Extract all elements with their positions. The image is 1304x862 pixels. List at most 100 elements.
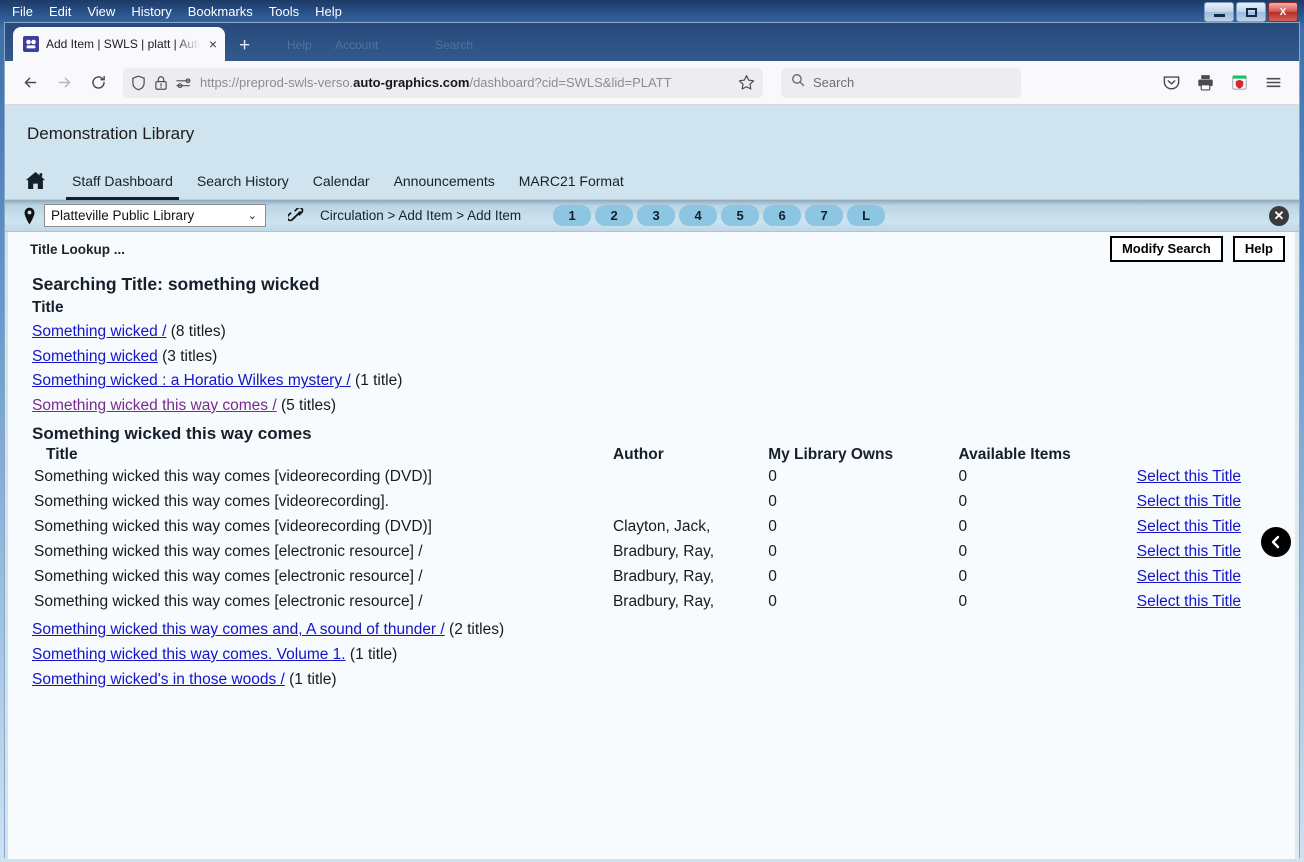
nav-announcements[interactable]: Announcements xyxy=(382,162,507,200)
cell-owns: 0 xyxy=(768,493,777,511)
os-window: File Edit View History Bookmarks Tools H… xyxy=(0,0,1304,862)
cell-available: 0 xyxy=(958,493,968,511)
select-this-title-link[interactable]: Select this Title xyxy=(1137,568,1241,585)
result-title-link[interactable]: Something wicked xyxy=(32,348,158,365)
step-3[interactable]: 3 xyxy=(637,205,676,226)
app-header: Demonstration Library xyxy=(5,105,1299,162)
result-count: (1 title) xyxy=(289,670,337,688)
step-6[interactable]: 6 xyxy=(763,205,802,226)
result-count: (2 titles) xyxy=(449,621,505,639)
menu-history-label: History xyxy=(131,3,172,19)
step-1[interactable]: 1 xyxy=(553,205,592,226)
collapse-panel-arrow-icon[interactable] xyxy=(1261,527,1291,557)
ghost-tab-2: Account xyxy=(335,38,379,52)
help-button[interactable]: Help xyxy=(1232,236,1285,262)
menu-help[interactable]: Help xyxy=(307,2,350,21)
table-row: Something wicked this way comes [electro… xyxy=(32,568,1267,593)
cell-title: Something wicked this way comes [videore… xyxy=(34,493,389,511)
nav-search-history[interactable]: Search History xyxy=(185,162,301,200)
results-title-heading: Title xyxy=(32,299,64,316)
result-title-link[interactable]: Something wicked : a Horatio Wilkes myst… xyxy=(32,372,351,389)
library-select[interactable]: Platteville Public Library ⌄ xyxy=(44,204,266,227)
nav-calendar[interactable]: Calendar xyxy=(301,162,382,200)
menu-bookmarks-label: Bookmarks xyxy=(187,3,253,19)
tracking-protection-icon xyxy=(176,77,192,89)
cell-owns: 0 xyxy=(768,593,777,611)
menu-history[interactable]: History xyxy=(123,2,179,21)
window-maximize-button[interactable] xyxy=(1236,2,1266,22)
window-close-button[interactable]: X xyxy=(1268,2,1298,22)
step-indicator: 1 2 3 4 5 6 7 L xyxy=(553,205,886,226)
new-tab-button[interactable]: + xyxy=(239,36,250,55)
search-results: Searching Title: something wicked Title … xyxy=(8,266,1299,692)
bookmark-star-icon[interactable] xyxy=(738,74,755,91)
reload-button[interactable] xyxy=(83,68,113,98)
col-my-library-owns: My Library Owns xyxy=(768,446,894,464)
forward-button[interactable] xyxy=(49,68,79,98)
menu-view[interactable]: View xyxy=(79,2,123,21)
menu-tools[interactable]: Tools xyxy=(261,2,307,21)
search-results-after: Something wicked this way comes and, A s… xyxy=(32,618,1299,692)
select-this-title-link[interactable]: Select this Title xyxy=(1137,468,1241,485)
cell-available: 0 xyxy=(958,593,968,611)
save-to-pocket-icon[interactable] xyxy=(1159,71,1183,95)
close-icon: X xyxy=(1279,6,1287,18)
browser-toolbar-right xyxy=(1159,71,1289,95)
modify-search-button[interactable]: Modify Search xyxy=(1109,236,1223,262)
result-title-link[interactable]: Something wicked this way comes. Volume … xyxy=(32,646,346,663)
select-this-title-link[interactable]: Select this Title xyxy=(1137,543,1241,560)
breadcrumb-path: Circulation > Add Item > Add Item xyxy=(320,208,522,223)
extension-shield-icon[interactable] xyxy=(1227,71,1251,95)
tab-close-icon[interactable]: × xyxy=(207,36,219,52)
step-7[interactable]: 7 xyxy=(805,205,844,226)
nav-marc21-format[interactable]: MARC21 Format xyxy=(507,162,636,200)
result-title-link[interactable]: Something wicked this way comes / xyxy=(32,397,277,414)
cell-available: 0 xyxy=(958,568,968,586)
col-title: Title xyxy=(46,446,78,464)
link-chain-icon xyxy=(288,207,306,224)
table-row: Something wicked this way comes [videore… xyxy=(32,468,1267,493)
nav-staff-dashboard-label: Staff Dashboard xyxy=(72,172,173,189)
browser-search-box[interactable]: Search xyxy=(781,67,1021,98)
cell-available: 0 xyxy=(958,543,968,561)
nav-announcements-label: Announcements xyxy=(393,172,495,189)
breadcrumb-bar: Platteville Public Library ⌄ Circulation… xyxy=(5,200,1299,232)
home-icon[interactable] xyxy=(25,171,46,190)
application-menubar: File Edit View History Bookmarks Tools H… xyxy=(0,0,350,22)
result-row: Something wicked / (8 titles) xyxy=(32,320,1299,345)
hamburger-menu-icon[interactable] xyxy=(1261,71,1285,95)
print-icon[interactable] xyxy=(1193,71,1217,95)
back-button[interactable] xyxy=(15,68,45,98)
cell-title: Something wicked this way comes [videore… xyxy=(34,468,432,486)
menu-edit[interactable]: Edit xyxy=(41,2,79,21)
result-title-link[interactable]: Something wicked's in those woods / xyxy=(32,671,285,688)
select-this-title-link[interactable]: Select this Title xyxy=(1137,493,1241,510)
menu-bookmarks[interactable]: Bookmarks xyxy=(180,2,261,21)
select-this-title-link[interactable]: Select this Title xyxy=(1137,518,1241,535)
step-2[interactable]: 2 xyxy=(595,205,634,226)
content-action-buttons: Modify Search Help xyxy=(1109,236,1285,262)
close-workflow-button[interactable]: ✕ xyxy=(1269,206,1289,226)
browser-window: Add Item | SWLS | platt | Auto-G × + Hel… xyxy=(4,22,1300,859)
table-row: Something wicked this way comes [electro… xyxy=(32,593,1267,618)
select-this-title-link[interactable]: Select this Title xyxy=(1137,593,1241,610)
col-action xyxy=(1137,446,1267,468)
browser-tab-active[interactable]: Add Item | SWLS | platt | Auto-G × xyxy=(13,27,225,61)
menu-file[interactable]: File xyxy=(4,2,41,21)
result-title-link[interactable]: Something wicked this way comes and, A s… xyxy=(32,621,445,638)
result-count: (1 title) xyxy=(355,372,403,390)
shield-icon xyxy=(131,75,146,91)
window-minimize-button[interactable] xyxy=(1204,2,1234,22)
step-4[interactable]: 4 xyxy=(679,205,718,226)
nav-search-history-label: Search History xyxy=(196,172,289,189)
step-5[interactable]: 5 xyxy=(721,205,760,226)
ghost-tab-1: Help xyxy=(287,38,312,52)
nav-staff-dashboard[interactable]: Staff Dashboard xyxy=(60,162,185,200)
table-header-row: Title Author My Library Owns Available I… xyxy=(32,446,1267,468)
address-bar[interactable]: https://preprod-swls-verso.auto-graphics… xyxy=(123,67,763,98)
cell-author xyxy=(613,468,768,493)
app-navigation: Staff Dashboard Search History Calendar … xyxy=(5,162,1299,200)
page-scrollbar-gutter[interactable] xyxy=(1295,232,1299,859)
step-L[interactable]: L xyxy=(847,205,886,226)
result-title-link[interactable]: Something wicked / xyxy=(32,323,166,340)
